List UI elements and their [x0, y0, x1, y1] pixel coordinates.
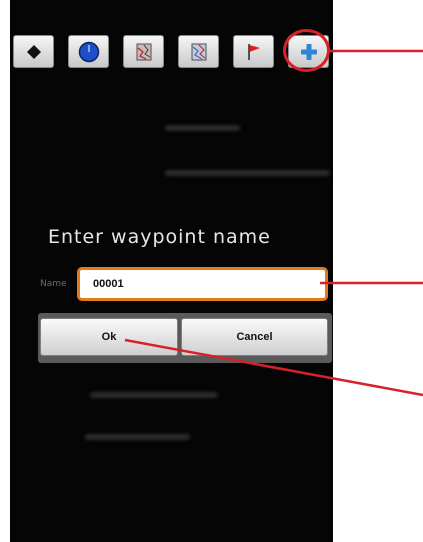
- blurred-text: [85, 434, 190, 440]
- map-icon: [136, 43, 151, 60]
- toolbar-button-flag[interactable]: [233, 35, 274, 68]
- blurred-text: [165, 125, 240, 131]
- highlight-circle: [283, 29, 330, 72]
- toolbar-button-map[interactable]: [123, 35, 164, 68]
- toolbar-button-compass[interactable]: [68, 35, 109, 68]
- compass-circle-icon: [78, 41, 99, 62]
- name-field-label: Name: [40, 279, 67, 289]
- toolbar-button-map-layers[interactable]: [178, 35, 219, 68]
- cancel-button[interactable]: Cancel: [181, 318, 328, 356]
- blurred-text: [90, 392, 218, 398]
- flag-icon: [247, 43, 260, 60]
- toolbar-button-waypoint[interactable]: [13, 35, 54, 68]
- dialog-title: Enter waypoint name: [48, 226, 271, 248]
- blurred-text: [165, 170, 330, 176]
- app-screen: Enter waypoint name Name Ok Cancel: [10, 0, 333, 542]
- ok-button[interactable]: Ok: [40, 318, 178, 356]
- map-layers-icon: [191, 43, 206, 60]
- waypoint-diamond-icon: [26, 44, 41, 59]
- waypoint-name-input[interactable]: [77, 267, 328, 301]
